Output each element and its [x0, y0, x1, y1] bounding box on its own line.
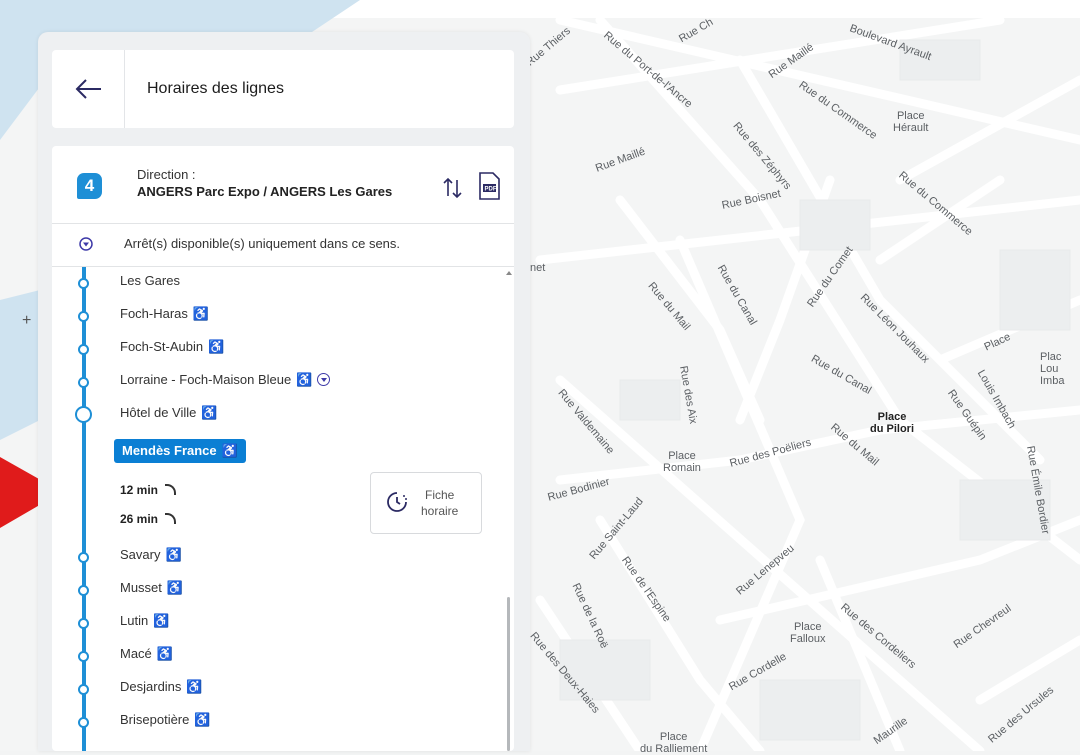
stop-item[interactable]: Hôtel de Ville ♿ [52, 405, 352, 425]
map-street-label: net [530, 262, 546, 274]
page-title: Horaires des lignes [147, 80, 284, 97]
direction-only-icon [317, 373, 331, 386]
stop-name: Foch-St-Aubin ♿ [120, 339, 225, 354]
stop-name: Brisepotière ♿ [120, 712, 211, 727]
direction-card: 4 Direction : ANGERS Parc Expo / ANGERS … [52, 146, 514, 751]
accessibility-icon: ♿ [221, 443, 238, 458]
clock-icon [387, 492, 407, 512]
arrow-left-icon [75, 79, 101, 99]
stop-dot [78, 278, 89, 289]
map-place-label: Place du Ralliement [640, 731, 708, 755]
map-place-label: Place Hérault [893, 110, 929, 134]
stop-name: Lutin ♿ [120, 613, 170, 628]
direction-only-icon [79, 237, 93, 251]
stop-name: Savary ♿ [120, 547, 182, 562]
line-number-badge: 4 [77, 173, 102, 199]
stop-item[interactable]: Lorraine - Foch-Maison Bleue ♿ [52, 372, 352, 392]
accessibility-icon: ♿ [194, 712, 211, 727]
stop-name: Hôtel de Ville ♿ [120, 405, 218, 420]
fiche-horaire-label: Fiche horaire [421, 488, 459, 518]
accessibility-icon: ♿ [156, 646, 173, 661]
stop-item[interactable]: Musset ♿ [52, 580, 352, 600]
fiche-horaire-button[interactable]: Fiche horaire [370, 472, 482, 534]
direction-value: ANGERS Parc Expo / ANGERS Les Gares [137, 184, 393, 199]
realtime-icon [165, 484, 177, 495]
stop-name: Foch-Haras ♿ [120, 306, 210, 321]
stop-dot [78, 552, 89, 563]
map-place-label: Place Falloux [790, 621, 826, 645]
next-departure: 12 min [120, 483, 177, 497]
stop-dot [78, 585, 89, 596]
stop-item[interactable]: Savary ♿ [52, 547, 352, 567]
next-departure: 26 min [120, 512, 177, 526]
stop-item[interactable]: Foch-Haras ♿ [52, 306, 352, 326]
stop-dot [78, 377, 89, 388]
direction-notice: Arrêt(s) disponible(s) uniquement dans c… [124, 236, 401, 251]
realtime-icon [165, 513, 177, 524]
stop-dot [78, 717, 89, 728]
pdf-icon[interactable]: PDF [477, 171, 501, 201]
stop-name: Lorraine - Foch-Maison Bleue ♿ [120, 372, 331, 388]
stop-dot [78, 618, 89, 629]
stop-dot [78, 344, 89, 355]
map-place-label: Plac Lou Imba [1040, 351, 1065, 387]
scroll-up-icon[interactable] [506, 271, 512, 275]
current-stop[interactable]: Mendès France ♿ [52, 439, 352, 463]
accessibility-icon: ♿ [296, 372, 313, 387]
swap-direction-button[interactable] [442, 176, 464, 200]
back-button[interactable] [52, 50, 125, 128]
accessibility-icon: ♿ [186, 679, 203, 694]
map-place-label: Place Romain [663, 450, 701, 474]
stop-item[interactable]: Macé ♿ [52, 646, 352, 666]
stop-item[interactable]: Brisepotière ♿ [52, 712, 352, 732]
scrollbar-thumb[interactable] [507, 597, 510, 751]
stop-name: Musset ♿ [120, 580, 184, 595]
stop-name: Macé ♿ [120, 646, 173, 661]
stop-item[interactable]: Les Gares [52, 273, 352, 293]
accessibility-icon: ♿ [208, 339, 225, 354]
accessibility-icon: ♿ [153, 613, 170, 628]
stop-item[interactable]: Desjardins ♿ [52, 679, 352, 699]
accessibility-icon: ♿ [166, 580, 184, 595]
zoom-in-icon[interactable]: + [22, 312, 31, 330]
accessibility-icon: ♿ [201, 405, 218, 420]
panel-header: Horaires des lignes [52, 50, 514, 128]
stop-item[interactable]: Foch-St-Aubin ♿ [52, 339, 352, 359]
direction-label: Direction : [137, 167, 196, 182]
divider [52, 223, 514, 224]
accessibility-icon: ♿ [192, 306, 210, 321]
stop-item[interactable]: Lutin ♿ [52, 613, 352, 633]
stop-dot [78, 311, 89, 322]
stop-dot [75, 406, 92, 423]
current-stop-label: Mendès France ♿ [114, 439, 246, 463]
stop-name: Desjardins ♿ [120, 679, 203, 694]
stop-list[interactable]: Les Gares Foch-Haras ♿ Foch-St-Aubin ♿ Lor… [52, 267, 514, 751]
svg-text:PDF: PDF [485, 187, 497, 193]
map-place-label: Place du Pilori [870, 411, 914, 435]
stop-dot [78, 684, 89, 695]
stop-name: Les Gares [120, 273, 180, 288]
accessibility-icon: ♿ [165, 547, 182, 562]
stop-dot [78, 651, 89, 662]
